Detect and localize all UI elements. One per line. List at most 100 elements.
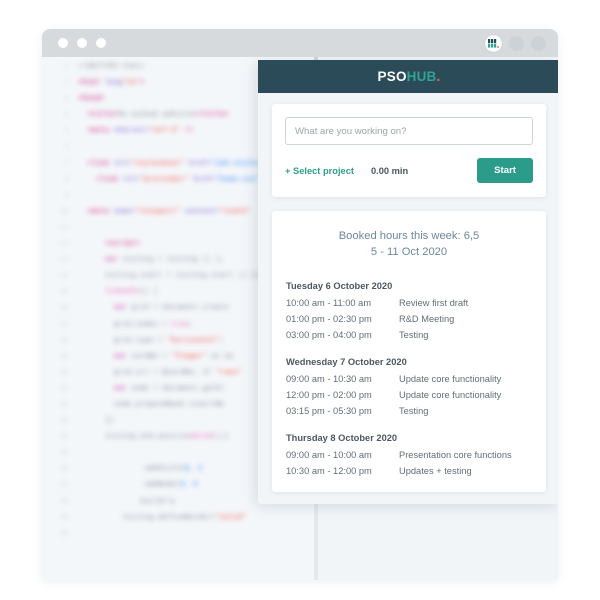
agenda-day-heading: Thursday 8 October 2020 [286,433,398,443]
code-token: "home.css" [215,175,260,184]
browser-viewport: 1 <!DOCTYPE html> 2 <html lang "en" >3 <head> 4… [42,57,558,580]
agenda-entry[interactable]: 03:15 pm - 05:30 pm Testing [286,406,532,416]
agenda-entry[interactable]: 01:00 pm - 02:30 pm R&D Meeting [286,314,532,324]
booked-hours-card: Booked hours this week: 6,5 5 - 11 Oct 2… [272,211,546,492]
code-token: <title> [86,111,118,120]
code-line-number: 8 [64,175,68,183]
toolbar-circle-1-icon[interactable] [509,36,524,51]
agenda-entry[interactable]: 12:00 pm - 02:00 pm Update core functiona… [286,390,532,400]
code-token: <link [86,159,114,168]
code-line-number: 29 [60,513,68,521]
code-line-number: 30 [60,529,68,537]
code-token: content= [180,207,220,216]
booked-hours-total: Booked hours this week: 6,5 [338,230,480,242]
browser-titlebar [42,29,558,57]
code-token: "prerender" [140,175,189,184]
minimize-icon[interactable] [77,38,87,48]
code-token: /> [180,127,194,136]
maximize-icon[interactable] [96,38,106,48]
agenda-entry-description: Testing [399,330,429,340]
agenda-entry[interactable]: 03:00 pm - 04:00 pm Testing [286,330,532,340]
select-project-link[interactable]: + Select project [285,166,354,176]
agenda-entry-description: Updates + testing [399,466,472,476]
agenda-entry-time: 10:00 am - 11:00 am [286,298,372,308]
psohub-extension-icon[interactable] [485,35,502,52]
code-token: </title> [193,111,229,120]
agenda-entry-time: 09:00 am - 10:30 am [286,374,372,384]
code-line-number: 27 [60,481,68,489]
code-line-number: 13 [60,256,68,264]
code-token: "utf-8" [148,127,181,136]
code-token: as ba [206,352,234,361]
code-line-number: 5 [64,127,68,135]
code-token: rel= [113,159,132,168]
code-line-number: 10 [60,207,68,215]
logo-part-pso: PSO [377,69,407,84]
agenda-entry-description: Testing [399,406,429,416]
code-line-number: 25 [60,449,68,457]
code-token: true [171,320,189,329]
code-token: <html [78,79,105,88]
task-description-input[interactable] [285,117,533,145]
close-icon[interactable] [58,38,68,48]
code-line-number: 15 [60,288,68,296]
code-line: 30 [42,530,318,546]
code-line-number: 23 [60,417,68,425]
booked-hours-daterange: 5 - 11 Oct 2020 [370,245,448,258]
code-token: "solid" [215,513,247,522]
agenda-entry-description: Update core functionality [399,390,502,400]
code-line-number: 6 [64,143,68,151]
agenda-entry[interactable]: 10:00 am - 11:00 am Review first draft [286,298,532,308]
code-line-number: 2 [64,79,68,87]
code-token: node = document.getEl [126,384,225,393]
agenda-entry-time: 03:00 pm - 04:00 pm [286,330,372,340]
agenda-entry-time: 03:15 pm - 05:30 pm [286,406,372,416]
code-token: styling.start = styling.start () {}; [78,272,265,281]
agenda-entry-time: 09:00 am - 10:00 am [286,450,372,460]
code-token: }} [78,417,114,426]
code-token: addNode( [78,481,181,490]
code-line-number: 16 [60,304,68,312]
code-line-number: 20 [60,368,68,376]
code-token: () { [140,288,158,297]
psohub-logo: PSOHUB. [378,69,441,84]
code-token: <script> [104,240,141,249]
psohub-extension-panel: PSOHUB. + Select project 0.00 min Start … [258,60,558,504]
agenda-day-block: Thursday 8 October 2020 09:00 am - 10:00 … [286,433,532,476]
code-token: "en" [122,79,141,88]
code-line-number: 22 [60,400,68,408]
agenda-day-block: Wednesday 7 October 2020 09:00 am - 10:30… [286,357,532,416]
code-token: styling = styling () {; [117,256,225,265]
timer-value: 0.00 min [370,165,409,176]
start-timer-button[interactable]: Start [477,158,533,183]
code-token: styling.defineBorder( [78,513,216,522]
code-line-number: 18 [60,336,68,344]
window-controls[interactable] [58,38,106,48]
code-token: nGrid [188,433,212,442]
code-token: grid.type = [78,336,167,345]
agenda-entry[interactable]: 10:30 am - 12:00 pm Updates + testing [286,466,532,476]
code-token: "viewport" [135,207,181,216]
agenda-entry-time: 01:00 pm - 02:30 pm [286,314,372,324]
agenda-entry[interactable]: 09:00 am - 10:30 am Update core functiona… [286,374,532,384]
agenda-day-block: Tuesday 6 October 2020 10:00 am - 11:00 a… [286,281,532,340]
code-token: "horizontal" [166,336,220,345]
tracker-controls-row: + Select project 0.00 min Start [285,158,533,183]
code-token: "rows" [215,368,243,377]
code-token: 8, 2 [184,465,203,474]
code-token: 3, 0 [180,481,198,490]
code-token: node.prependNode.insertBe [78,400,225,409]
code-token: styling.end.positio [78,433,189,442]
toolbar-circle-2-icon[interactable] [531,36,546,51]
panel-body: + Select project 0.00 min Start Booked h… [258,93,558,504]
code-token: grid.nodes = [78,320,172,329]
agenda-entry[interactable]: 09:00 am - 10:00 am Presentation core fun… [286,450,532,460]
code-token: var [113,304,127,313]
code-line: 29 styling.defineBorder("solid" [42,514,318,530]
code-line-number: 24 [60,433,68,441]
code-token: ; [219,336,225,345]
